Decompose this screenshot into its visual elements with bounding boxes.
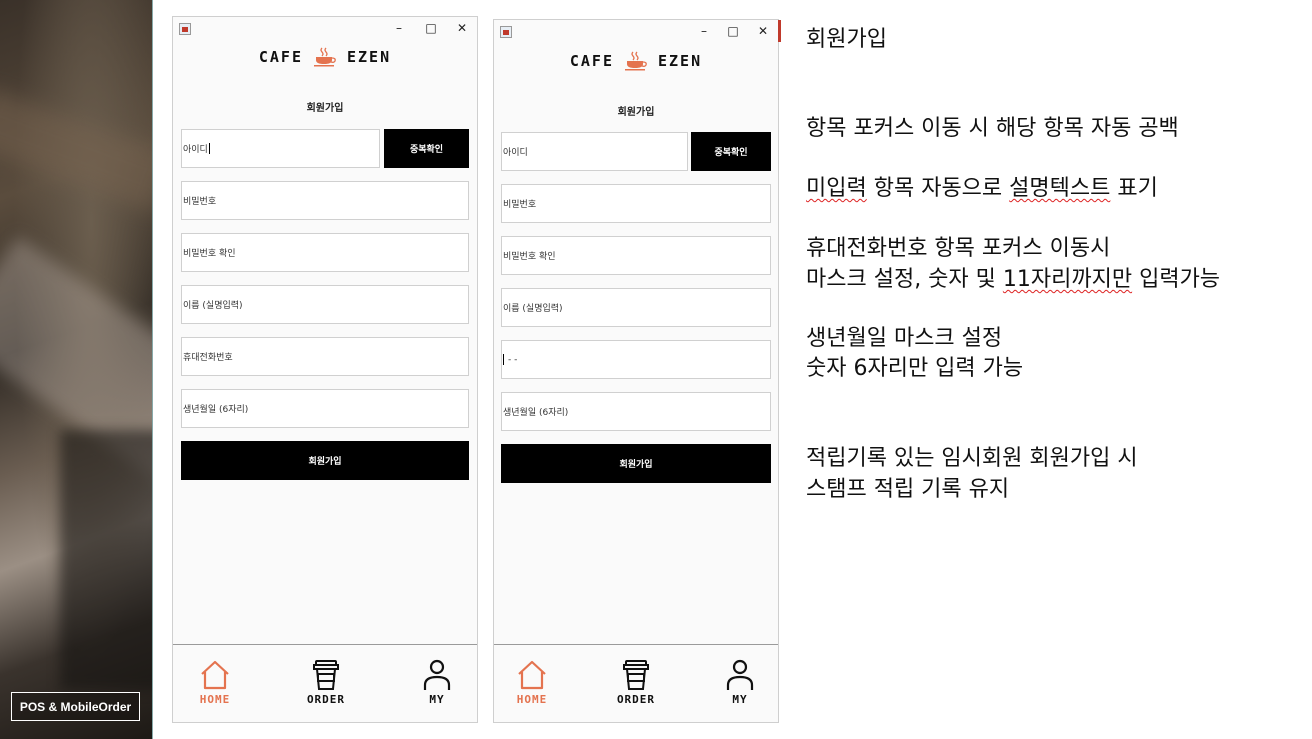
nav-my[interactable]: MY bbox=[710, 659, 770, 706]
name-input[interactable]: 이름 (실명입력) bbox=[181, 285, 469, 324]
minimize-button[interactable]: – bbox=[696, 23, 712, 39]
coffee-cup-order-icon bbox=[623, 660, 649, 690]
text-caret bbox=[208, 143, 210, 154]
cafe-ezen-logo: CAFE EZEN bbox=[173, 47, 477, 67]
app-icon bbox=[179, 23, 191, 35]
note-placeholder: 미입력 항목 자동으로 설명텍스트 표기 bbox=[806, 176, 1158, 201]
user-icon bbox=[423, 659, 451, 690]
minimize-button[interactable]: – bbox=[391, 20, 407, 36]
signup-submit-button[interactable]: 회원가입 bbox=[181, 441, 469, 480]
bottom-nav: HOME ORDER MY bbox=[494, 644, 778, 722]
signup-window-1: – □ ✕ CAFE EZEN 회원가입 아이디 중복확인 비밀번호 비밀번호 … bbox=[172, 16, 478, 723]
home-icon bbox=[518, 660, 546, 690]
nav-home-label: HOME bbox=[199, 693, 231, 706]
id-input[interactable]: 아이디 bbox=[181, 129, 380, 168]
nav-order[interactable]: ORDER bbox=[296, 659, 356, 706]
close-button[interactable]: ✕ bbox=[755, 23, 771, 39]
phone-input[interactable]: 휴대전화번호 bbox=[181, 337, 469, 376]
coffee-cup-order-icon bbox=[313, 660, 339, 690]
user-icon bbox=[726, 659, 754, 690]
id-input[interactable]: 아이디 bbox=[501, 132, 688, 171]
signup-window-2: – □ ✕ CAFE EZEN 회원가입 아이디 중복확인 비밀번호 비밀번호 … bbox=[493, 19, 779, 723]
note-stamp-keep: 스탬프 적립 기록 유지 bbox=[806, 477, 1010, 502]
nav-order-label: ORDER bbox=[616, 693, 656, 706]
form-title: 회원가입 bbox=[617, 107, 655, 118]
note-birth-digits: 숫자 6자리만 입력 가능 bbox=[806, 356, 1024, 381]
maximize-button[interactable]: □ bbox=[423, 20, 439, 36]
form-title: 회원가입 bbox=[306, 103, 344, 114]
window-edge-mark bbox=[778, 20, 781, 42]
signup-submit-button[interactable]: 회원가입 bbox=[501, 444, 771, 483]
notes-title: 회원가입 bbox=[806, 27, 887, 52]
home-icon bbox=[201, 660, 229, 690]
nav-home-label: HOME bbox=[516, 693, 548, 706]
coffee-cup-icon bbox=[625, 51, 647, 71]
password-input[interactable]: 비밀번호 bbox=[501, 184, 771, 223]
cafe-ezen-logo: CAFE EZEN bbox=[494, 51, 778, 71]
birthdate-input[interactable]: 생년월일 (6자리) bbox=[181, 389, 469, 428]
duplicate-check-button[interactable]: 중복확인 bbox=[384, 129, 469, 168]
maximize-button[interactable]: □ bbox=[725, 23, 741, 39]
background-photo: POS & MobileOrder bbox=[0, 0, 152, 739]
logo-text-left: CAFE bbox=[569, 52, 614, 70]
note-phone-mask: 마스크 설정, 숫자 및 11자리까지만 입력가능 bbox=[806, 267, 1221, 292]
app-icon bbox=[500, 26, 512, 38]
nav-my-label: MY bbox=[732, 693, 748, 706]
nav-my-label: MY bbox=[429, 693, 445, 706]
note-birth-mask: 생년월일 마스크 설정 bbox=[806, 326, 1003, 351]
nav-order[interactable]: ORDER bbox=[606, 659, 666, 706]
birthdate-input[interactable]: 생년월일 (6자리) bbox=[501, 392, 771, 431]
title-bar: – □ ✕ bbox=[494, 20, 778, 44]
password-confirm-input[interactable]: 비밀번호 확인 bbox=[181, 233, 469, 272]
coffee-cup-icon bbox=[314, 47, 336, 67]
name-input[interactable]: 이름 (실명입력) bbox=[501, 288, 771, 327]
nav-home[interactable]: HOME bbox=[502, 659, 562, 706]
logo-text-right: EZEN bbox=[347, 48, 392, 66]
bottom-nav: HOME ORDER MY bbox=[173, 644, 477, 722]
text-caret bbox=[503, 354, 504, 365]
nav-home[interactable]: HOME bbox=[185, 659, 245, 706]
nav-order-label: ORDER bbox=[306, 693, 346, 706]
password-input[interactable]: 비밀번호 bbox=[181, 181, 469, 220]
nav-my[interactable]: MY bbox=[407, 659, 467, 706]
phone-input-masked[interactable]: - - bbox=[501, 340, 771, 379]
note-temp-member: 적립기록 있는 임시회원 회원가입 시 bbox=[806, 446, 1138, 471]
note-phone-focus: 휴대전화번호 항목 포커스 이동시 bbox=[806, 236, 1111, 261]
note-auto-clear: 항목 포커스 이동 시 해당 항목 자동 공백 bbox=[806, 116, 1179, 141]
logo-text-right: EZEN bbox=[658, 52, 703, 70]
close-button[interactable]: ✕ bbox=[454, 20, 470, 36]
password-confirm-input[interactable]: 비밀번호 확인 bbox=[501, 236, 771, 275]
logo-text-left: CAFE bbox=[258, 48, 303, 66]
pos-mobileorder-badge: POS & MobileOrder bbox=[11, 692, 140, 721]
title-bar: – □ ✕ bbox=[173, 17, 477, 41]
duplicate-check-button[interactable]: 중복확인 bbox=[691, 132, 771, 171]
